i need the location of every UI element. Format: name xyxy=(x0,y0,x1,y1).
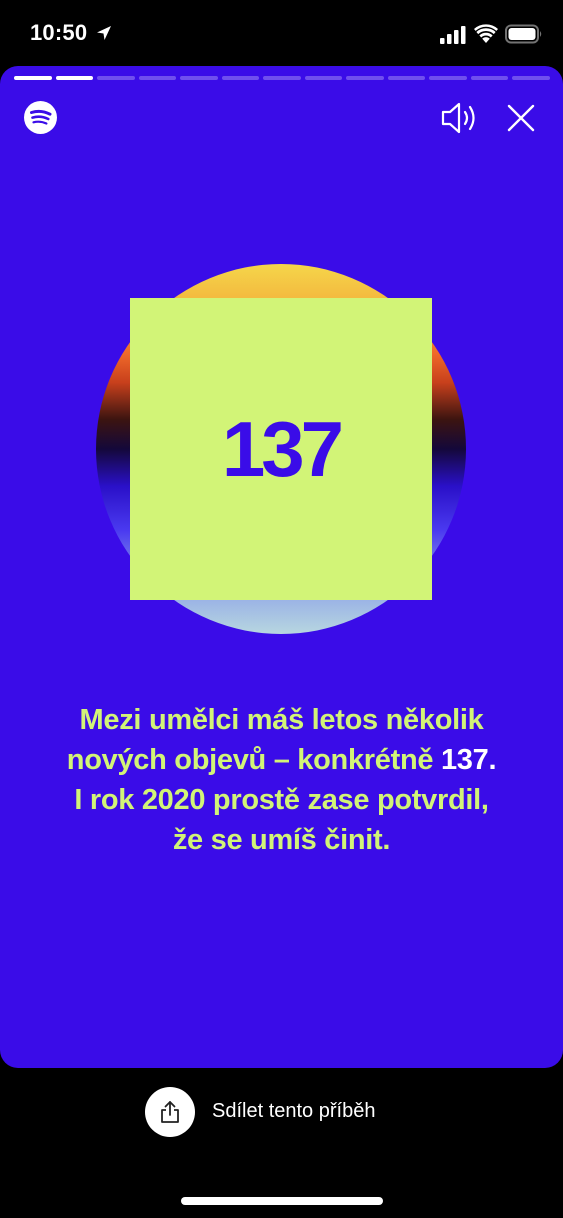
location-arrow-icon xyxy=(97,26,111,40)
message-line-1: Mezi umělci máš letos několik xyxy=(79,704,484,736)
signal-icon xyxy=(440,26,466,44)
progress-segment xyxy=(97,76,135,80)
progress-segment xyxy=(221,76,260,80)
message-line-2-text: nových objevů – konkrétně xyxy=(66,744,441,776)
progress-segment xyxy=(304,76,343,80)
progress-segment xyxy=(387,76,426,80)
progress-segment xyxy=(512,76,550,80)
story-screen: 10:50 137 Mezi umělci máš letos několik … xyxy=(0,0,563,1218)
message-highlight: 137. xyxy=(440,744,497,776)
battery-icon xyxy=(505,24,542,44)
progress-segment xyxy=(138,76,177,80)
home-indicator[interactable] xyxy=(181,1197,383,1205)
story-artwork: 137 xyxy=(96,264,466,634)
message-line-2: nových objevů – konkrétně 137. xyxy=(20,740,543,780)
message-line-4: že se umíš činit. xyxy=(172,824,391,856)
progress-segment xyxy=(470,76,509,80)
close-icon[interactable] xyxy=(505,102,537,134)
story-card[interactable]: 137 Mezi umělci máš letos několik nových… xyxy=(0,66,563,1068)
status-bar: 10:50 xyxy=(0,0,563,66)
status-time: 10:50 xyxy=(30,20,88,45)
number-card: 137 xyxy=(130,298,432,600)
wifi-icon xyxy=(474,24,498,43)
progress-segment xyxy=(55,76,94,80)
speaker-icon[interactable] xyxy=(440,100,480,136)
progress-segment xyxy=(263,76,301,80)
share-icon xyxy=(161,1101,179,1123)
discovery-count: 137 xyxy=(221,405,344,493)
story-progress-bar xyxy=(14,76,550,80)
progress-segment xyxy=(346,76,384,80)
progress-segment xyxy=(429,76,467,80)
progress-segment xyxy=(14,76,52,80)
message-line-3: I rok 2020 prostě zase potvrdil, xyxy=(74,784,489,816)
progress-segment xyxy=(180,76,218,80)
share-button[interactable] xyxy=(145,1087,195,1137)
spotify-logo xyxy=(24,101,57,134)
share-label[interactable]: Sdílet tento příběh xyxy=(212,1100,375,1123)
story-message: Mezi umělci máš letos několik nových obj… xyxy=(20,700,543,860)
